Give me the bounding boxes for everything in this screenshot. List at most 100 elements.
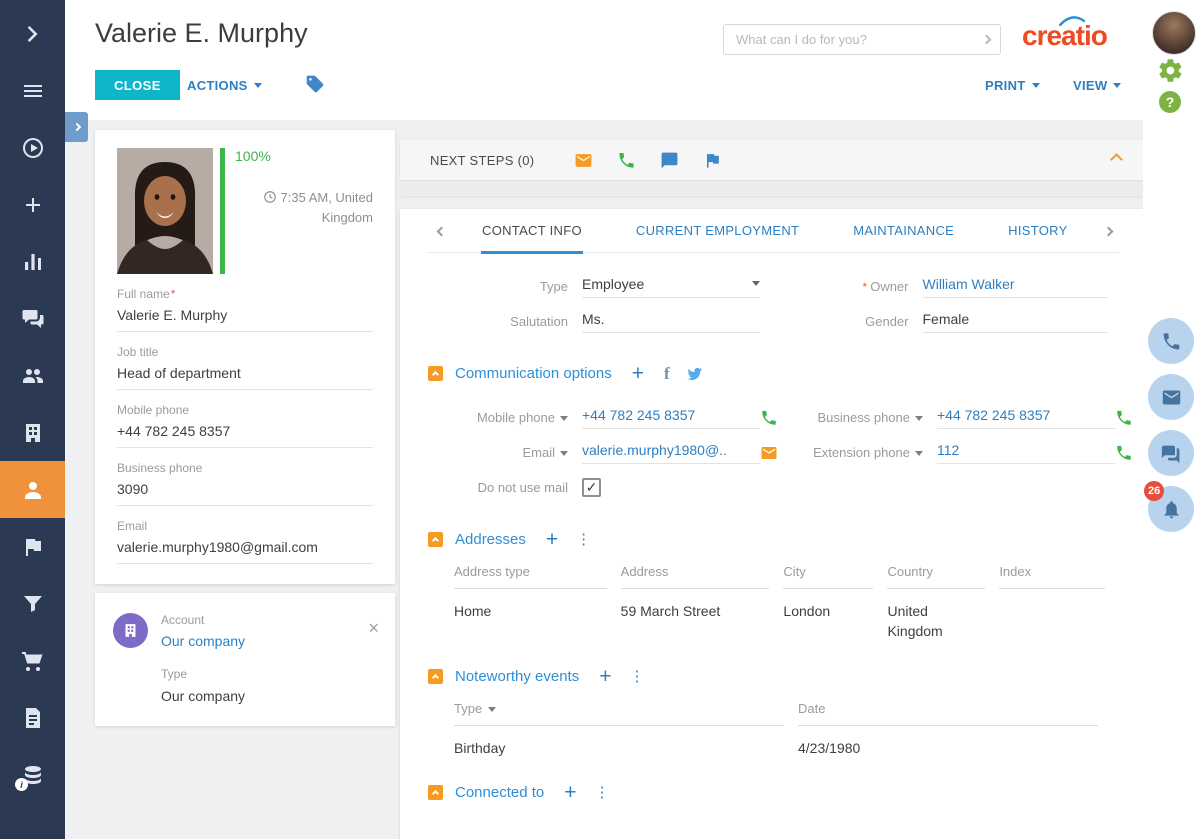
- tab-history[interactable]: HISTORY: [1007, 209, 1068, 254]
- add-call-task-icon[interactable]: [617, 151, 636, 170]
- email-value[interactable]: valerie.murphy1980@gmail.com: [117, 533, 373, 564]
- col-index[interactable]: Index: [999, 564, 1105, 589]
- addresses-title[interactable]: Addresses: [455, 531, 526, 548]
- add-chat-task-icon[interactable]: [660, 151, 679, 170]
- sidebar-item-contacts-group[interactable]: [0, 347, 65, 404]
- add-communication-button[interactable]: +: [632, 363, 644, 384]
- settings-gear-button[interactable]: [1157, 57, 1184, 84]
- collapse-section-button[interactable]: [428, 532, 443, 547]
- business-phone-field[interactable]: +44 782 245 8357: [937, 407, 1115, 429]
- sidebar-item-menu[interactable]: [0, 62, 65, 119]
- connections-menu-button[interactable]: ⋮: [595, 785, 611, 800]
- account-type-value[interactable]: Our company: [161, 688, 377, 704]
- col-country[interactable]: Country: [887, 564, 985, 589]
- sidebar-item-processes[interactable]: [0, 119, 65, 176]
- user-avatar[interactable]: [1152, 11, 1196, 55]
- collapse-section-button[interactable]: [428, 785, 443, 800]
- next-steps-collapse-button[interactable]: [1112, 151, 1121, 169]
- event-row[interactable]: Birthday 4/23/1980: [454, 726, 1119, 758]
- business-phone-type-dropdown[interactable]: Business phone: [788, 410, 923, 425]
- business-phone-value[interactable]: 3090: [117, 475, 373, 506]
- required-asterisk: *: [863, 280, 868, 294]
- mobile-phone-type-dropdown[interactable]: Mobile phone: [428, 410, 568, 425]
- add-email-task-icon[interactable]: [574, 151, 593, 170]
- feed-panel-button[interactable]: [1148, 430, 1194, 476]
- account-link[interactable]: Our company: [161, 633, 377, 649]
- col-event-type[interactable]: Type: [454, 701, 784, 726]
- sidebar-item-opportunities[interactable]: [0, 575, 65, 632]
- close-button[interactable]: CLOSE: [95, 70, 180, 100]
- call-extension-button[interactable]: [1115, 444, 1133, 462]
- addresses-menu-button[interactable]: ⋮: [576, 532, 592, 547]
- salutation-label: Salutation: [428, 314, 568, 329]
- email-label: Email: [117, 519, 373, 533]
- type-dropdown[interactable]: Employee: [582, 276, 760, 298]
- events-menu-button[interactable]: ⋮: [630, 669, 646, 684]
- search-input[interactable]: [736, 32, 983, 47]
- connected-to-title[interactable]: Connected to: [455, 784, 544, 801]
- mobile-phone-field[interactable]: +44 782 245 8357: [582, 407, 760, 429]
- sidebar-item-leads[interactable]: [0, 518, 65, 575]
- col-address[interactable]: Address: [621, 564, 770, 589]
- global-search[interactable]: [723, 24, 1001, 55]
- call-mobile-button[interactable]: [760, 409, 778, 427]
- sidebar-item-contracts[interactable]: [0, 689, 65, 746]
- add-flag-task-icon[interactable]: [703, 151, 722, 170]
- add-connection-button[interactable]: +: [564, 782, 576, 803]
- actions-dropdown[interactable]: ACTIONS: [187, 78, 262, 93]
- tabs-scroll-right[interactable]: [1095, 222, 1122, 240]
- col-city[interactable]: City: [783, 564, 873, 589]
- remove-account-button[interactable]: ×: [368, 619, 379, 637]
- communication-options-title[interactable]: Communication options: [455, 365, 612, 382]
- sidebar-item-finance[interactable]: i: [0, 746, 65, 803]
- connected-to-section-header: Connected to + ⋮: [428, 782, 1119, 803]
- address-row[interactable]: Home 59 March Street London United Kingd…: [454, 589, 1119, 642]
- sidebar-item-dashboards[interactable]: [0, 233, 65, 290]
- account-card: Account Our company × Type Our company: [95, 593, 395, 726]
- collapse-section-button[interactable]: [428, 669, 443, 684]
- col-address-type[interactable]: Address type: [454, 564, 607, 589]
- extension-phone-type-dropdown[interactable]: Extension phone: [788, 445, 923, 460]
- sidebar-item-add[interactable]: [0, 176, 65, 233]
- send-email-button[interactable]: [760, 444, 778, 462]
- email-panel-button[interactable]: [1148, 374, 1194, 420]
- panel-expand-tab[interactable]: [65, 112, 88, 142]
- col-event-date[interactable]: Date: [798, 701, 1098, 726]
- brand-swoosh-icon: [1059, 16, 1085, 26]
- cti-phone-button[interactable]: [1148, 318, 1194, 364]
- add-address-button[interactable]: +: [546, 529, 558, 550]
- sidebar-item-contacts[interactable]: [0, 461, 65, 518]
- view-dropdown[interactable]: VIEW: [1073, 78, 1121, 93]
- print-dropdown[interactable]: PRINT: [985, 78, 1040, 93]
- email-type-dropdown[interactable]: Email: [428, 445, 568, 460]
- extension-phone-field[interactable]: 112: [937, 442, 1115, 464]
- comm-email-field[interactable]: valerie.murphy1980@..: [582, 442, 760, 464]
- mobile-phone-value[interactable]: +44 782 245 8357: [117, 417, 373, 448]
- tabs-scroll-left[interactable]: [428, 222, 455, 240]
- notifications-button[interactable]: 26: [1148, 486, 1194, 532]
- call-business-button[interactable]: [1115, 409, 1133, 427]
- salutation-field[interactable]: Ms.: [582, 311, 760, 333]
- facebook-icon[interactable]: f: [664, 364, 670, 384]
- search-submit-icon[interactable]: [982, 35, 992, 45]
- sidebar-expand-button[interactable]: [0, 5, 65, 62]
- tab-maintainance[interactable]: MAINTAINANCE: [852, 209, 955, 254]
- sidebar-item-accounts[interactable]: [0, 404, 65, 461]
- help-button[interactable]: ?: [1159, 91, 1181, 113]
- tags-button[interactable]: [305, 74, 325, 94]
- do-not-use-mail-checkbox[interactable]: ✓: [582, 478, 601, 497]
- contact-photo[interactable]: [117, 148, 213, 274]
- tab-current-employment[interactable]: CURRENT EMPLOYMENT: [635, 209, 800, 254]
- full-name-value[interactable]: Valerie E. Murphy: [117, 301, 373, 332]
- add-event-button[interactable]: +: [599, 666, 611, 687]
- gender-field[interactable]: Female: [923, 311, 1108, 333]
- job-title-value[interactable]: Head of department: [117, 359, 373, 390]
- tab-contact-info[interactable]: CONTACT INFO: [481, 209, 583, 254]
- sidebar-item-orders[interactable]: [0, 632, 65, 689]
- twitter-icon[interactable]: [686, 365, 703, 382]
- contact-photo-image: [117, 148, 213, 274]
- noteworthy-events-title[interactable]: Noteworthy events: [455, 668, 579, 685]
- sidebar-item-feed[interactable]: [0, 290, 65, 347]
- collapse-section-button[interactable]: [428, 366, 443, 381]
- owner-link[interactable]: William Walker: [923, 276, 1108, 298]
